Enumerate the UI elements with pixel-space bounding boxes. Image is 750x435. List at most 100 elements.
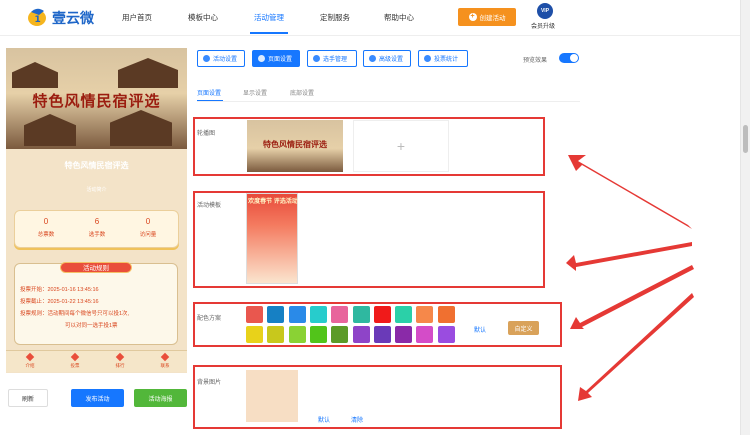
publish-activity-button[interactable]: 发布活动 [71,389,124,407]
tab-label: 排行 [115,363,125,368]
template-thumb-text: 欢度春节 评选活动 [248,199,298,205]
stat-total-votes: 0 总票数 [21,217,71,238]
settings-icon [203,55,210,62]
advanced-settings-button[interactable]: 高级设置 [363,50,411,67]
create-activity-button[interactable]: + 创建活动 [458,8,516,26]
stat-value: 6 [94,217,100,226]
annotation-arrows [566,155,694,401]
vip-upgrade-label: 会员升级 [530,24,555,30]
stat-value: 0 [43,217,49,226]
color-swatch[interactable] [309,326,327,343]
vip-icon: VIP [537,3,553,19]
preview-activity-intro: 活动简介 [86,187,107,193]
nav-templates[interactable]: 模板中心 [188,12,218,23]
preview-tab-rank[interactable]: 排行 [110,352,130,369]
page-scrollbar[interactable] [740,0,750,435]
tab-label: 介绍 [25,363,35,368]
background-clear-link[interactable]: 清除 [351,415,363,424]
tab-footer-settings[interactable]: 底部设置 [290,88,314,97]
activity-settings-button[interactable]: 活动设置 [197,50,245,67]
brand-name[interactable]: 壹云微 [52,8,94,28]
stat-visits: 0 访问量 [123,217,173,238]
color-swatch[interactable] [309,306,327,323]
preview-tab-vote[interactable]: 投票 [65,352,85,369]
color-swatch[interactable] [373,306,391,323]
logo-icon[interactable]: 1 [27,6,47,28]
button-label: 高级设置 [379,57,404,63]
plus-icon: + [468,13,477,21]
rule-voting-cont: 可以对同一选手投1票 [65,323,118,329]
gear-icon [258,55,265,62]
page-settings-button[interactable]: 页面设置 [252,50,300,67]
color-swatch[interactable] [416,326,434,343]
rule-voting: 投票规则：活动期间每个微信号只可以投1次, [20,311,130,317]
preview-tab-bar: 介绍 投票 排行 联系 [6,350,187,372]
color-swatch[interactable] [352,326,370,343]
diamond-icon [25,352,35,362]
tab-display-settings[interactable]: 显示设置 [243,88,267,97]
button-label: 页面设置 [268,57,293,63]
color-swatch[interactable] [288,306,306,323]
tab-label: 投票 [70,363,80,368]
preview-tab-contact[interactable]: 联系 [155,352,175,369]
color-swatch[interactable] [395,306,413,323]
carousel-thumb-text: 特色风情民宿评选 [263,139,327,149]
color-swatch[interactable] [246,306,263,323]
arrow-icon [570,265,694,329]
preview-tab-intro[interactable]: 介绍 [20,352,40,369]
color-swatch[interactable] [331,326,349,343]
add-carousel-image[interactable]: + [353,120,449,172]
stat-label: 访问量 [139,232,157,238]
color-swatch[interactable] [395,326,413,343]
button-label: 活动设置 [213,57,238,63]
activity-poster-button[interactable]: 活动海报 [134,389,187,407]
preview-hero-title: 特色风情民宿评选 [32,92,161,110]
preview-hero-banner: 特色风情民宿评选 [6,48,187,149]
arrow-icon [568,155,692,229]
tab-page-settings[interactable]: 页面设置 [197,88,221,97]
subtab-divider [197,101,580,102]
tab-label: 联系 [160,363,170,368]
color-swatch[interactable] [288,326,306,343]
rule-end: 投票截止：2025-01-22 13:45:16 [20,299,99,305]
nav-active-indicator [250,32,288,34]
color-swatch[interactable] [331,306,349,323]
refresh-button[interactable]: 刷新 [8,389,48,407]
color-swatch[interactable] [373,326,391,343]
color-swatch[interactable] [437,326,455,343]
color-swatch[interactable] [352,306,370,323]
carousel-label: 轮播图 [197,131,216,137]
diamond-icon [160,352,170,362]
color-swatch[interactable] [437,306,455,323]
house-illustration [12,62,58,88]
nav-home[interactable]: 用户首页 [122,12,152,23]
color-custom-button[interactable]: 自定义 [508,321,539,335]
nav-activity-management[interactable]: 活动管理 [254,12,284,23]
background-image-thumb[interactable] [246,370,298,422]
arrow-icon [566,242,692,271]
preview-effect-toggle[interactable] [559,53,579,63]
users-icon [313,55,320,62]
background-default-link[interactable]: 默认 [318,415,330,424]
nav-help-center[interactable]: 帮助中心 [384,12,414,23]
carousel-image-thumb[interactable]: 特色风情民宿评选 [247,120,343,172]
template-label: 活动模板 [197,203,222,209]
top-nav: 1 壹云微 用户首页 模板中心 活动管理 定制服务 帮助中心 + 创建活动 VI… [0,0,740,36]
vip-upgrade[interactable]: VIP 会员升级 [531,3,559,33]
house-illustration [110,110,172,146]
scrollbar-thumb[interactable] [743,125,748,153]
vote-statistics-button[interactable]: 投票统计 [418,50,468,67]
background-image-label: 背景图片 [197,380,222,386]
color-swatch[interactable] [416,306,434,323]
color-swatch[interactable] [267,326,285,343]
house-illustration [118,58,178,88]
color-swatch[interactable] [246,326,263,343]
nav-custom-service[interactable]: 定制服务 [320,12,350,23]
house-illustration [24,114,76,146]
color-default-link[interactable]: 默认 [474,325,486,334]
color-swatch[interactable] [267,306,285,323]
stat-label: 选手数 [88,232,106,238]
preview-stats-card: 0 总票数 6 选手数 0 访问量 [14,210,179,248]
contestant-management-button[interactable]: 选手管理 [307,50,357,67]
activity-template-thumb[interactable]: 欢度春节 评选活动 [246,193,298,284]
